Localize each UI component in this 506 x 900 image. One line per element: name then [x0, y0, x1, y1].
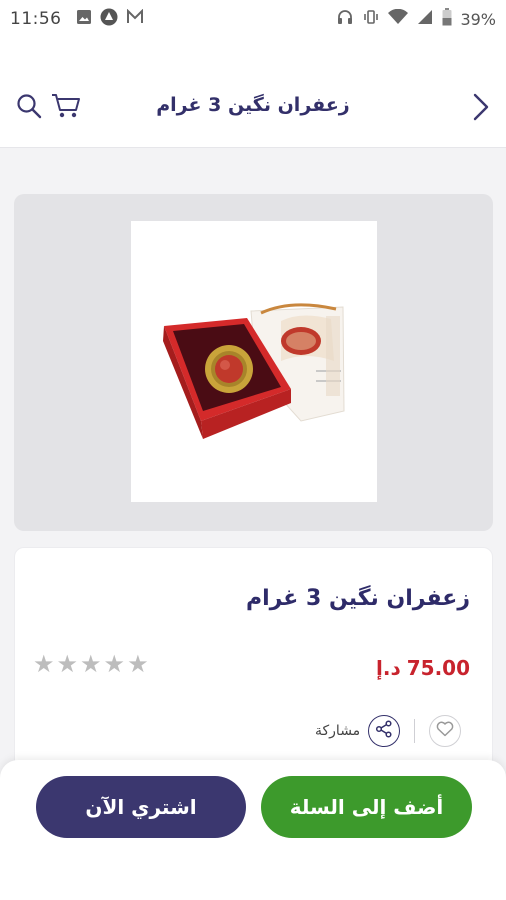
star-icon: ★ — [103, 650, 126, 678]
product-actions: مشاركة — [315, 714, 475, 748]
battery-percent: 39% — [460, 9, 496, 29]
app-header: زعفران نگين 3 غرام — [0, 38, 506, 148]
page-title: زعفران نگين 3 غرام — [156, 94, 350, 116]
status-left-icons — [76, 8, 144, 30]
product-price: 75.00 د.إ — [376, 656, 470, 680]
product-info-card: زعفران نگين 3 غرام 75.00 د.إ ★ ★ ★ ★ ★ م… — [14, 547, 493, 787]
share-label: مشاركة — [315, 723, 361, 739]
vibrate-icon — [362, 8, 380, 30]
bottom-action-bar: اشتري الآن أضف إلى السلة — [0, 760, 506, 900]
price-currency: د.إ — [376, 656, 401, 680]
chevron-right-icon — [471, 92, 491, 126]
heart-icon — [436, 721, 454, 741]
product-screen: 11:56 39% زعفران نگين 3 غرام زعفران نگين… — [0, 0, 506, 900]
share-button[interactable] — [368, 715, 401, 747]
image-icon — [76, 9, 92, 29]
buy-now-button[interactable]: اشتري الآن — [36, 776, 246, 838]
star-icon: ★ — [56, 650, 79, 678]
status-bar: 11:56 39% — [0, 0, 506, 38]
notification-icon — [100, 8, 118, 30]
mail-icon — [126, 8, 144, 29]
star-icon: ★ — [33, 650, 55, 678]
price-value: 75.00 — [406, 656, 470, 680]
star-icon: ★ — [80, 650, 102, 678]
action-divider — [414, 719, 416, 743]
signal-icon — [416, 9, 434, 29]
product-name: زعفران نگين 3 غرام — [245, 586, 470, 611]
product-image — [131, 221, 377, 502]
status-time: 11:56 — [10, 9, 62, 29]
status-right-icons: 39% — [336, 8, 496, 30]
add-to-cart-button[interactable]: أضف إلى السلة — [261, 776, 472, 838]
rating-stars: ★ ★ ★ ★ ★ — [33, 652, 149, 676]
wifi-icon — [388, 8, 409, 29]
star-icon: ★ — [127, 650, 149, 678]
back-button[interactable] — [466, 93, 496, 125]
product-image-carousel[interactable] — [14, 194, 493, 531]
share-icon — [375, 720, 393, 742]
headset-icon — [336, 8, 354, 30]
favorite-button[interactable] — [429, 715, 462, 747]
battery-icon — [442, 8, 452, 30]
